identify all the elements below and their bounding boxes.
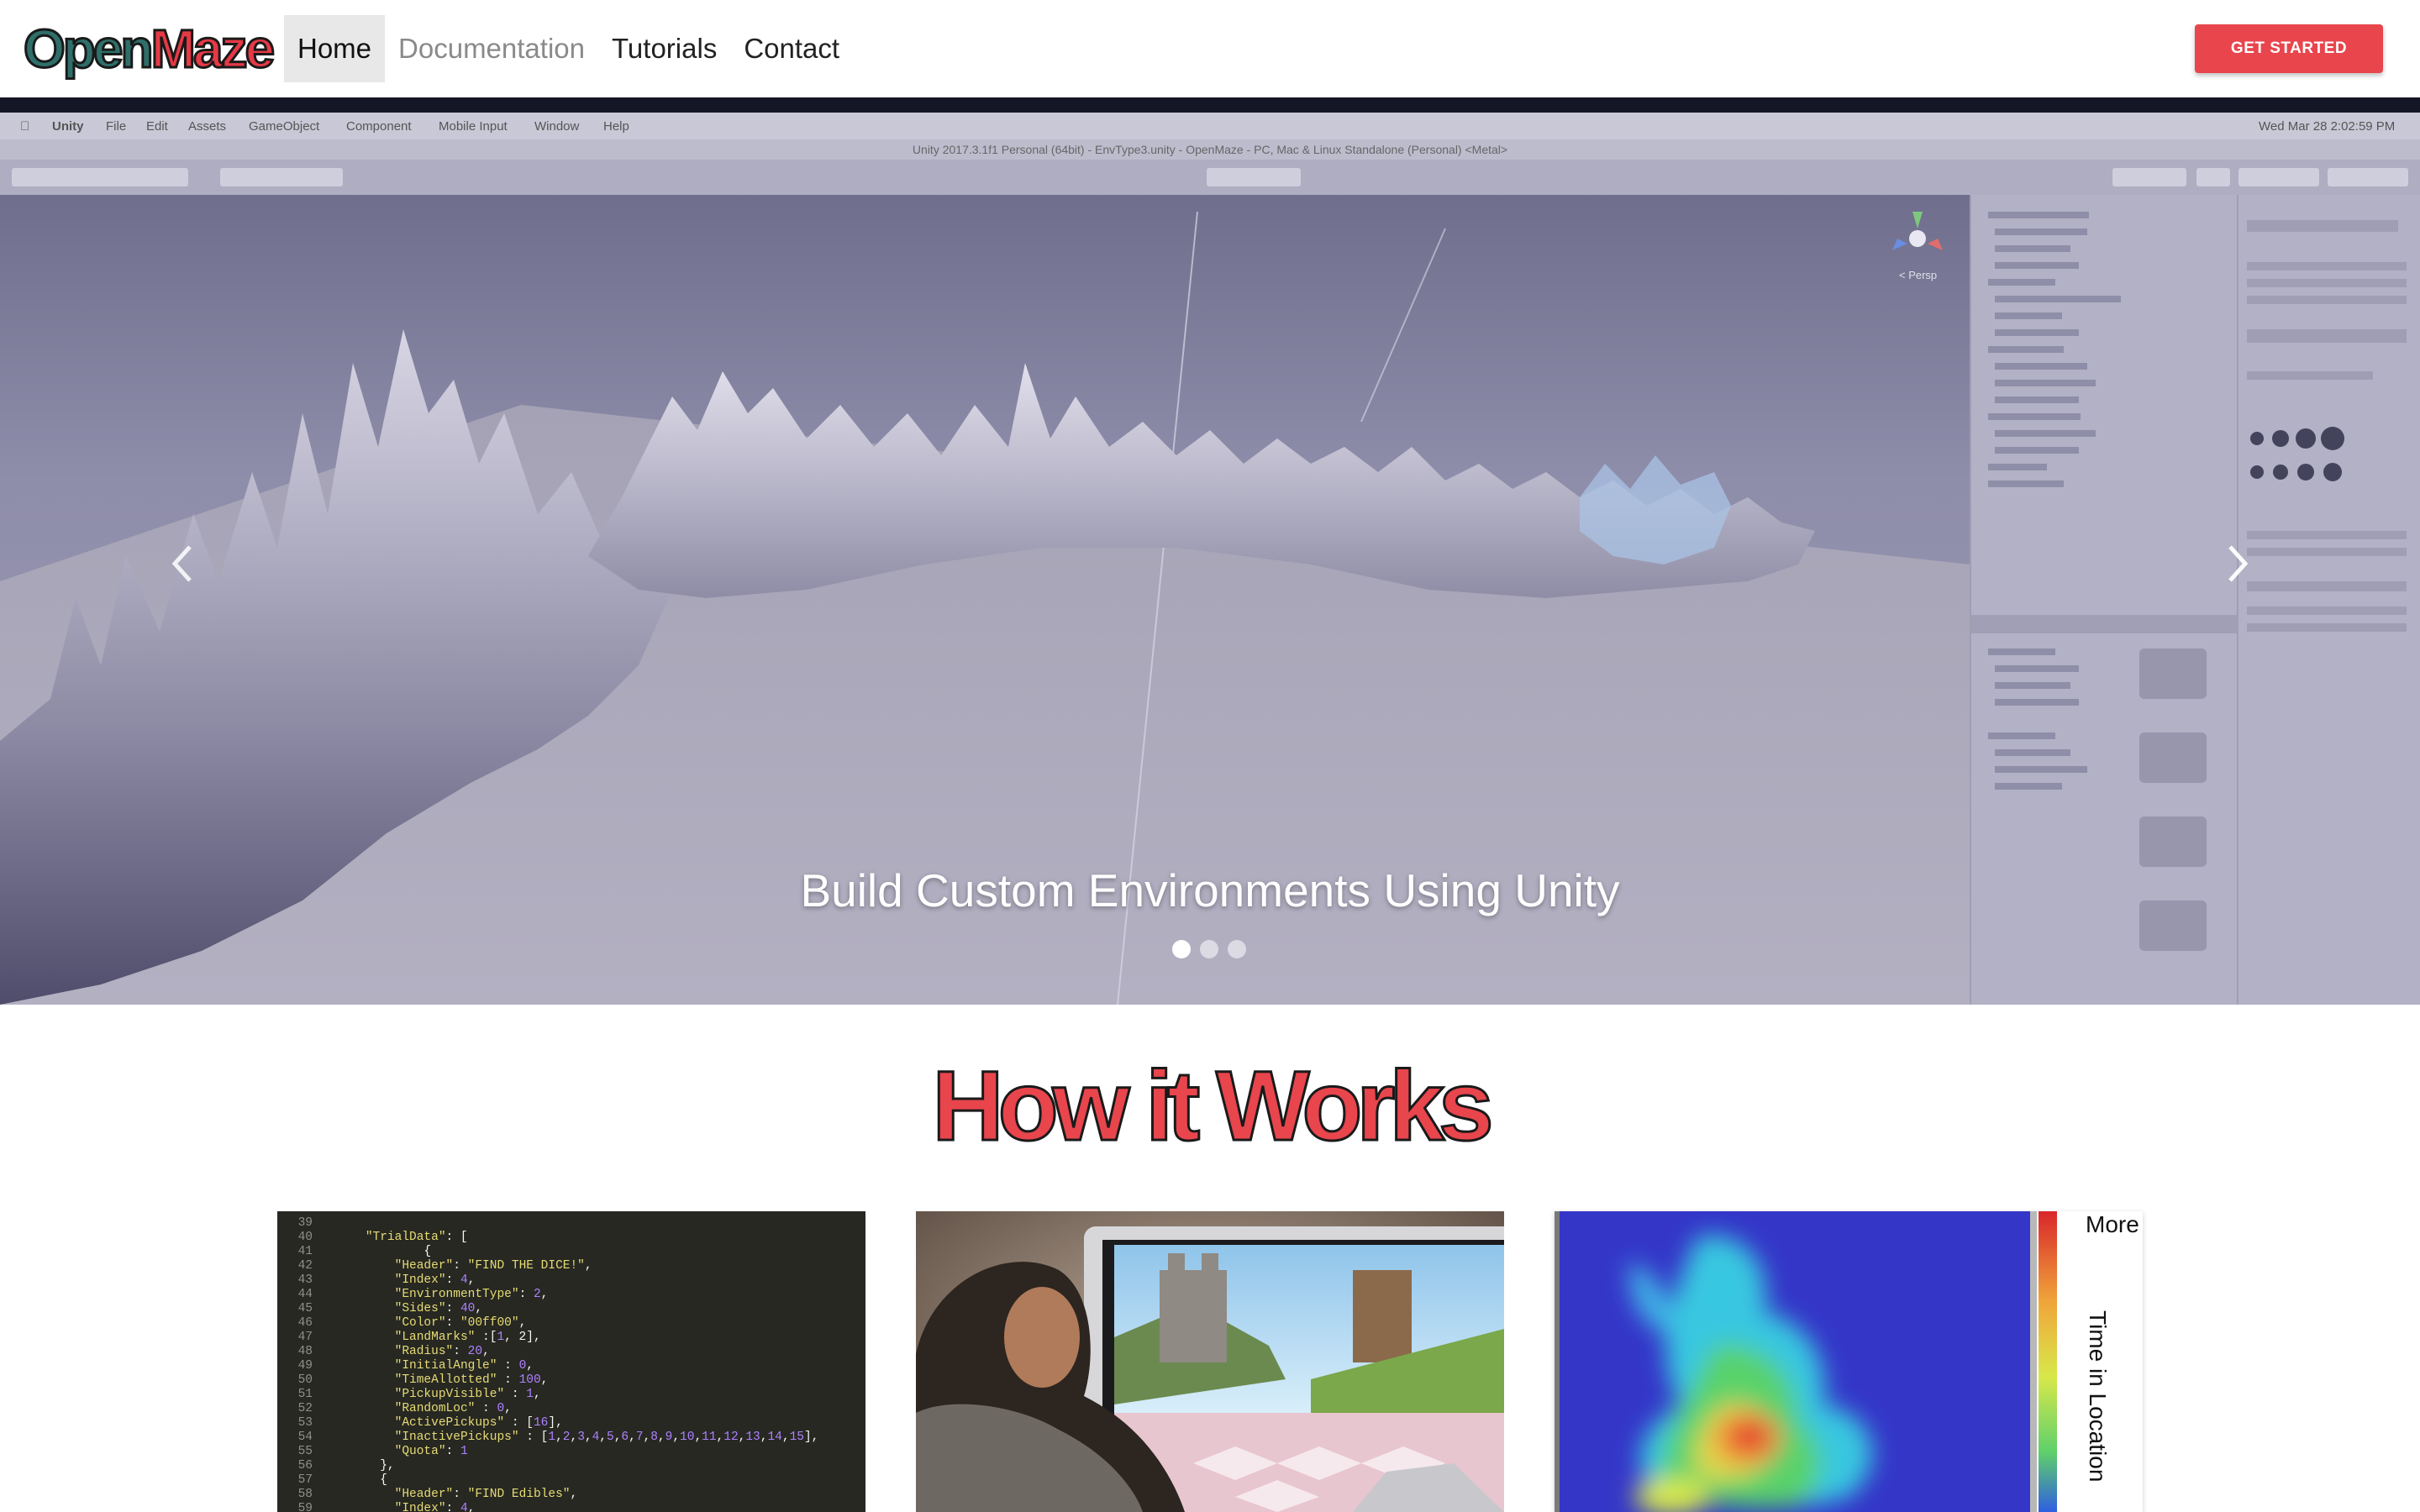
main-nav: Home Documentation Tutorials Contact	[284, 15, 853, 82]
heatmap-axis-label: Time in Location	[2085, 1310, 2111, 1483]
menubar-item: File	[106, 119, 127, 134]
account-dropdown	[2238, 168, 2319, 186]
unity-window-title: Unity 2017.3.1f1 Personal (64bit) - EnvT…	[0, 139, 2420, 160]
apple-icon: 	[20, 119, 29, 134]
svg-text:< Persp: < Persp	[1899, 269, 1937, 281]
carousel-indicator-1[interactable]	[1172, 940, 1191, 958]
menubar-item: Window	[534, 119, 580, 134]
code-line: 43 "Index": 4,	[297, 1273, 476, 1287]
code-line: 54 "InactivePickups" : [1,2,3,4,5,6,7,8,…	[297, 1431, 819, 1444]
nav-contact[interactable]: Contact	[730, 15, 853, 82]
heatmap-card[interactable]: More Time in Location	[1555, 1211, 2143, 1512]
menubar-item: Assets	[188, 119, 227, 134]
participant-photo-card[interactable]	[916, 1211, 1504, 1512]
code-line: 41 {	[297, 1245, 432, 1258]
code-line: 53 "ActivePickups" : [16],	[297, 1416, 563, 1430]
how-it-works-title: How it Works	[931, 1051, 1495, 1163]
code-line: 44 "EnvironmentType": 2,	[297, 1288, 549, 1301]
menubar-clock: Wed Mar 28 2:02:59 PM	[2259, 119, 2396, 134]
code-line: 47 "LandMarks" :[1, 2],	[297, 1331, 541, 1344]
carousel-next-icon[interactable]	[2213, 534, 2264, 593]
carousel-prev-icon[interactable]	[156, 534, 207, 593]
layers-dropdown	[2328, 168, 2408, 186]
pivot-toggle	[220, 168, 343, 186]
code-line: 48 "Radius": 20,	[297, 1345, 490, 1358]
transform-tools	[12, 168, 188, 186]
menubar-item: Unity	[52, 119, 84, 134]
menubar-item: Mobile Input	[439, 119, 508, 134]
logo-open-text: Open	[23, 18, 155, 81]
carousel-indicator-2[interactable]	[1200, 940, 1218, 958]
carousel-indicators	[1172, 940, 1246, 958]
top-navbar: Open Maze Home Documentation Tutorials C…	[0, 0, 2420, 97]
get-started-button[interactable]: GET STARTED	[2195, 24, 2383, 73]
code-line: 49 "InitialAngle" : 0,	[297, 1359, 534, 1373]
carousel-indicator-3[interactable]	[1228, 940, 1246, 958]
config-code-card[interactable]: 39 40 "TrialData": [41 {42 "Header": "FIN…	[277, 1211, 865, 1512]
nav-documentation[interactable]: Documentation	[385, 15, 598, 82]
nav-tutorials[interactable]: Tutorials	[598, 15, 730, 82]
code-line: 56 },	[297, 1459, 395, 1473]
menubar-item: Component	[346, 119, 412, 134]
json-code-block: 39 40 "TrialData": [41 {42 "Header": "FIN…	[277, 1211, 865, 1512]
carousel-caption: Build Custom Environments Using Unity	[800, 864, 1620, 916]
participant-photo	[916, 1211, 1504, 1512]
collab-button	[2112, 168, 2186, 186]
unity-menubar:  Unity File Edit Assets GameObject Comp…	[0, 113, 2420, 139]
unity-toolbar	[0, 160, 2420, 195]
menubar-item: Edit	[146, 119, 168, 134]
menubar-item: Help	[603, 119, 629, 134]
code-line: 55 "Quota": 1	[297, 1445, 468, 1458]
nav-home[interactable]: Home	[284, 15, 386, 82]
code-line: 45 "Sides": 40,	[297, 1302, 483, 1315]
code-line: 57 {	[297, 1473, 387, 1487]
code-line: 58 "Header": "FIND Edibles",	[297, 1488, 578, 1501]
code-line: 42 "Header": "FIND THE DICE!",	[297, 1259, 592, 1273]
code-line: 50 "TimeAllotted" : 100,	[297, 1373, 549, 1387]
heatmap-scale-top-label: More	[2086, 1211, 2139, 1237]
code-line: 40 "TrialData": [	[297, 1231, 468, 1244]
code-line: 51 "PickupVisible" : 1,	[297, 1388, 541, 1401]
play-controls	[1207, 168, 1301, 186]
code-line: 59 "Index": 4,	[297, 1502, 476, 1512]
cloud-button	[2196, 168, 2230, 186]
code-line: 46 "Color": "00ff00",	[297, 1316, 527, 1330]
hero-dark-strip	[0, 97, 2420, 113]
code-line: 39	[297, 1216, 313, 1230]
hero-carousel:  Unity File Edit Assets GameObject Comp…	[0, 97, 2420, 1005]
openmaze-logo[interactable]: Open Maze	[23, 18, 276, 81]
menubar-item: GameObject	[249, 119, 320, 134]
logo-maze-text: Maze	[150, 18, 276, 81]
heatmap-image	[1555, 1211, 2057, 1512]
code-line: 52 "RandomLoc" : 0,	[297, 1402, 512, 1415]
